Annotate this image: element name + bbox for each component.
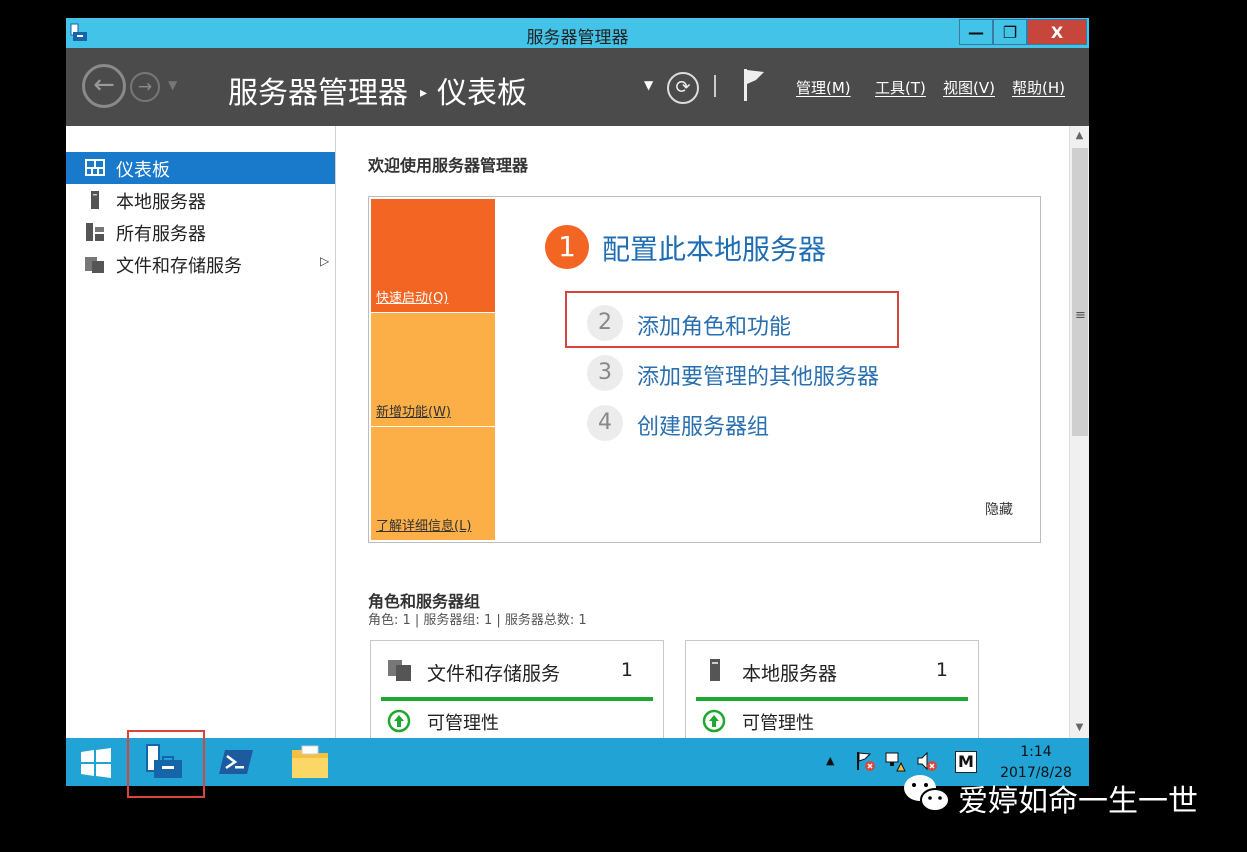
add-other-servers-link[interactable]: 添加要管理的其他服务器 (637, 359, 879, 391)
sidebar-item-label: 所有服务器 (116, 224, 206, 245)
menu-manage[interactable]: 管理(M) (796, 77, 851, 98)
servers-icon (86, 223, 104, 241)
sidebar-item-label: 仪表板 (116, 160, 170, 181)
breadcrumb-root[interactable]: 服务器管理器 (228, 76, 408, 111)
role-card-title: 文件和存储服务 (427, 663, 561, 685)
history-dropdown-icon[interactable]: ▼ (168, 78, 177, 92)
quick-start-panel: 快速启动(Q) 新增功能(W) 了解详细信息(L) 1 配置此本地服务器 2 添… (368, 196, 1041, 543)
command-bar: ← → ▼ 服务器管理器 ▸ 仪表板 ▼ ⟳ 管理(M) 工具(T) 视图(V) 帮… (66, 48, 1089, 126)
menu-help[interactable]: 帮助(H) (1012, 77, 1065, 98)
status-ok-icon (387, 709, 411, 733)
status-bar (696, 697, 968, 701)
powershell-icon[interactable] (218, 748, 254, 776)
role-card-local-server[interactable]: 本地服务器 1 可管理性 (685, 640, 979, 738)
breadcrumb: 服务器管理器 ▸ 仪表板 (228, 68, 527, 112)
wechat-logo-icon (904, 775, 950, 812)
title-bar: 服务器管理器 — ❐ X (66, 18, 1089, 48)
welcome-title: 欢迎使用服务器管理器 (368, 156, 529, 175)
server-icon (91, 191, 99, 209)
create-server-group-link[interactable]: 创建服务器组 (637, 409, 769, 441)
sidebar-item-all-servers[interactable]: 所有服务器 (66, 216, 335, 248)
sidebar-item-label: 文件和存储服务 (116, 256, 242, 277)
status-ok-icon (702, 709, 726, 733)
scroll-up-icon[interactable]: ▲ (1070, 126, 1089, 146)
server-manager-window: 服务器管理器 — ❐ X ← → ▼ 服务器管理器 ▸ 仪表板 ▼ ⟳ 管理(M) … (66, 18, 1089, 738)
windows-start-icon[interactable] (80, 748, 112, 778)
highlight-box (565, 291, 899, 348)
minimize-button[interactable]: — (959, 19, 993, 45)
storage-icon (85, 257, 104, 273)
server-icon (710, 659, 720, 681)
file-explorer-icon[interactable] (290, 744, 330, 780)
step-number-badge: 4 (587, 405, 623, 441)
back-button[interactable]: ← (82, 64, 126, 108)
sidebar-item-dashboard[interactable]: 仪表板 (66, 152, 335, 184)
refresh-icon[interactable]: ⟳ (667, 72, 699, 104)
role-card-count: 1 (620, 659, 633, 681)
forward-button[interactable]: → (130, 72, 160, 102)
dashboard-content: 欢迎使用服务器管理器 快速启动(Q) 新增功能(W) 了解详细信息(L) 1 配… (337, 126, 1069, 738)
menu-view[interactable]: 视图(V) (943, 77, 995, 98)
input-method-indicator[interactable]: M (955, 751, 977, 773)
toolbar-divider (714, 75, 716, 97)
sidebar-item-local-server[interactable]: 本地服务器 (66, 184, 335, 216)
breadcrumb-separator-icon: ▸ (420, 85, 428, 101)
roles-summary: 角色: 1 | 服务器组: 1 | 服务器总数: 1 (368, 613, 587, 628)
breadcrumb-dropdown-icon[interactable]: ▼ (644, 78, 653, 92)
submenu-arrow-icon[interactable]: ▷ (320, 254, 329, 268)
role-card-count: 1 (935, 659, 948, 681)
tile-whats-new[interactable]: 新增功能(W) (371, 313, 495, 426)
highlight-box (127, 730, 205, 798)
hide-link[interactable]: 隐藏 (985, 499, 1013, 519)
vertical-scrollbar[interactable]: ▲ ≡ ▼ (1069, 126, 1089, 738)
tile-label[interactable]: 了解详细信息(L) (376, 515, 471, 534)
role-card-file-storage[interactable]: 文件和存储服务 1 可管理性 (370, 640, 664, 738)
clock-time[interactable]: 1:14 (996, 744, 1076, 760)
step-number-badge: 1 (545, 225, 589, 269)
breadcrumb-current: 仪表板 (437, 76, 528, 111)
manageability-label[interactable]: 可管理性 (742, 709, 814, 735)
tile-quick-start[interactable]: 快速启动(Q) (371, 199, 495, 312)
scroll-down-icon[interactable]: ▼ (1070, 718, 1089, 738)
window-title: 服务器管理器 (526, 28, 629, 48)
tile-label[interactable]: 新增功能(W) (376, 401, 451, 420)
network-warning-icon[interactable] (884, 750, 906, 772)
action-center-flag-icon[interactable] (854, 750, 876, 772)
navigation-sidebar: 仪表板 本地服务器 所有服务器 文件和存储服务 ▷ (66, 126, 336, 738)
maximize-button[interactable]: ❐ (993, 19, 1027, 45)
role-card-title: 本地服务器 (742, 663, 838, 685)
volume-muted-icon[interactable] (916, 750, 938, 772)
step-number-badge: 3 (587, 355, 623, 391)
dashboard-icon (85, 159, 105, 176)
tile-learn-more[interactable]: 了解详细信息(L) (371, 427, 495, 540)
scroll-grip-icon: ≡ (1075, 308, 1086, 323)
tray-expand-icon[interactable]: ▲ (826, 754, 834, 767)
configure-local-server-link[interactable]: 配置此本地服务器 (602, 228, 826, 268)
status-bar (381, 697, 653, 701)
storage-icon (388, 660, 411, 681)
close-button[interactable]: X (1027, 19, 1087, 45)
menu-tools[interactable]: 工具(T) (875, 77, 926, 98)
watermark-text: 爱婷如命一生一世 (958, 784, 1198, 819)
sidebar-item-label: 本地服务器 (116, 192, 206, 213)
manageability-label[interactable]: 可管理性 (427, 709, 499, 735)
sidebar-item-file-storage[interactable]: 文件和存储服务 ▷ (66, 248, 335, 280)
notifications-flag-icon[interactable] (742, 68, 766, 102)
tile-label[interactable]: 快速启动(Q) (376, 287, 448, 306)
scroll-thumb[interactable]: ≡ (1072, 148, 1088, 436)
